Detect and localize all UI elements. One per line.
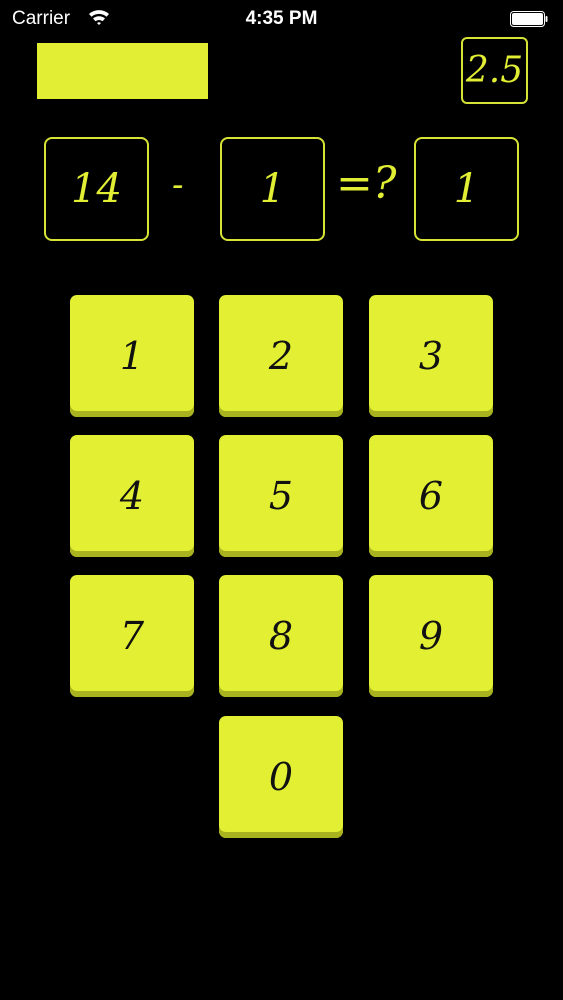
key-6-button[interactable]: 6 bbox=[369, 435, 493, 557]
key-9-button[interactable]: 9 bbox=[369, 575, 493, 697]
key-4-button[interactable]: 4 bbox=[70, 435, 194, 557]
operand-a-box: 14 bbox=[44, 137, 149, 241]
operator-sign: - bbox=[172, 165, 184, 205]
key-2-button[interactable]: 2 bbox=[219, 295, 343, 417]
score-display: 2.5 bbox=[461, 37, 528, 104]
key-5-button[interactable]: 5 bbox=[219, 435, 343, 557]
key-8-button[interactable]: 8 bbox=[219, 575, 343, 697]
key-1-button[interactable]: 1 bbox=[70, 295, 194, 417]
key-3-button[interactable]: 3 bbox=[369, 295, 493, 417]
key-7-button[interactable]: 7 bbox=[70, 575, 194, 697]
progress-bar bbox=[37, 43, 208, 99]
key-0-button[interactable]: 0 bbox=[219, 716, 343, 838]
operand-b-box: 1 bbox=[220, 137, 325, 241]
battery-icon bbox=[510, 11, 548, 27]
answer-box: 1 bbox=[414, 137, 519, 241]
status-bar: Carrier 4:35 PM bbox=[0, 0, 563, 40]
clock: 4:35 PM bbox=[245, 8, 318, 29]
equals-question-sign: =? bbox=[336, 158, 397, 209]
